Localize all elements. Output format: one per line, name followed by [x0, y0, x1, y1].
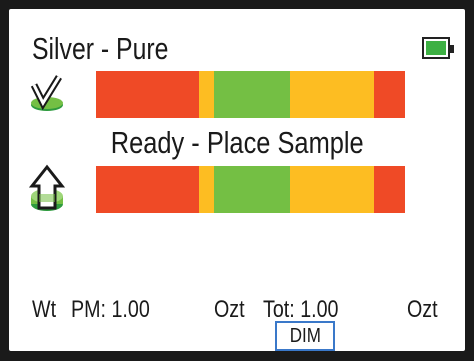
- bar-segment-yellow: [290, 166, 375, 213]
- purity-match-bar: [96, 71, 405, 118]
- status-message: Ready - Place Sample: [9, 125, 465, 161]
- bar-segment-yellow: [198, 71, 215, 118]
- bar-segment-red: [96, 71, 199, 118]
- bar-segment-green: [214, 71, 291, 118]
- bar-segment-red: [96, 166, 199, 213]
- bar-segment-red: [374, 166, 405, 213]
- check-on-disc-icon: [30, 75, 63, 111]
- bar-segment-red: [374, 71, 405, 118]
- pm-unit: Ozt: [214, 296, 245, 323]
- bar-segment-yellow: [290, 71, 375, 118]
- bar-segment-green: [214, 166, 291, 213]
- total-unit: Ozt: [407, 296, 438, 323]
- page-title: Silver - Pure: [32, 31, 169, 66]
- device-screen: Silver - Pure Ready - Place Sample Wt PM…: [9, 9, 465, 351]
- battery-tip: [450, 45, 454, 53]
- total-value: Tot: 1.00: [263, 296, 339, 323]
- dim-button[interactable]: DIM: [275, 321, 335, 351]
- pm-value: PM: 1.00: [71, 296, 150, 323]
- dim-button-label: DIM: [289, 325, 321, 347]
- status-text: Ready - Place Sample: [110, 125, 364, 160]
- battery-level-fill: [426, 41, 446, 55]
- lift-arrow-disc-icon: [29, 164, 65, 211]
- weight-label: Wt: [32, 296, 57, 323]
- sample-position-bar: [96, 166, 405, 213]
- battery-full-icon: [422, 37, 454, 59]
- bar-segment-yellow: [198, 166, 215, 213]
